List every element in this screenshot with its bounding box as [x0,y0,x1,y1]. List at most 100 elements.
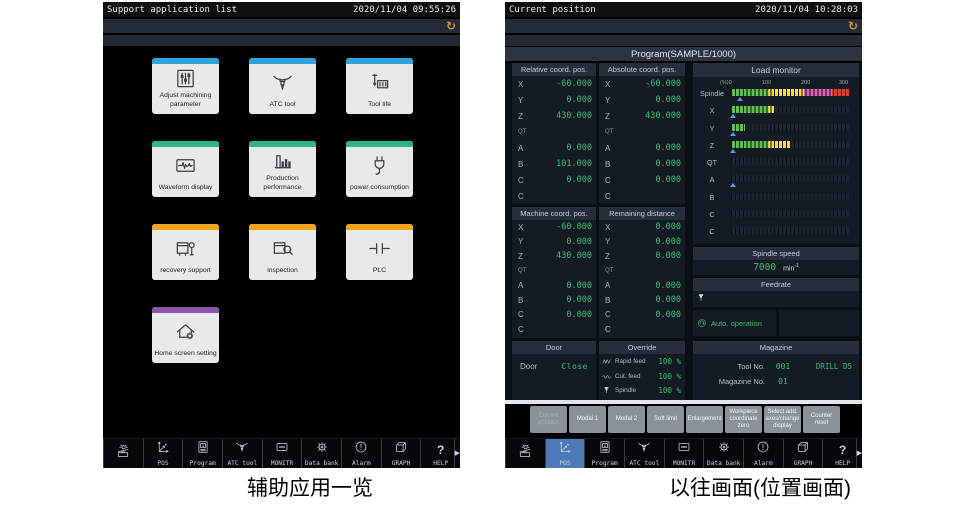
coord-row: Y 0.000 [599,235,685,250]
taskbar-item[interactable]: ATC tool [222,439,262,468]
app-tile[interactable]: recovery support [152,224,219,280]
scale-tick: 200 [801,80,810,86]
tile-label: Adjust machining parameter [152,92,219,114]
taskbar-item-label: Alarm [754,460,773,467]
taskbar-item[interactable]: Alarm [341,439,381,468]
axis-label: A [518,144,523,153]
softkey-button[interactable]: Counter reset [803,406,840,433]
taskbar-item[interactable] [103,439,143,468]
softkey-button[interactable]: Modal 1 [569,406,606,433]
app-tile[interactable]: ATC tool [249,58,316,114]
help-icon: ? [437,441,444,459]
waveform-icon [174,147,197,184]
pos-icon [156,440,170,459]
override-label: Cut. feed [615,373,656,380]
left-header: Support application list 2020/11/04 09:5… [103,2,460,17]
left-screen-title: Support application list [107,5,237,15]
spindle-speed-panel: Spindle speed 7000 min-1 [693,247,859,275]
load-bar [731,124,849,131]
coord-row: QT [599,264,685,279]
taskbar-item[interactable]: POS [143,439,183,468]
taskbar-item[interactable]: MONITR [262,439,302,468]
axis-label: Y [605,96,610,105]
coord-row: QT [512,124,596,140]
softkey-row: Current positionModal 1Modal 2Soft limit… [505,404,862,436]
taskbar-next-icon[interactable]: ▶ [454,438,460,468]
taskbar-item[interactable]: Data bank [301,439,341,468]
coord-row: Y 0.000 [512,92,596,108]
taskbar-item-label: ATC tool [227,460,257,467]
taskbar-item[interactable]: MONITR [664,439,704,468]
load-marker-icon [730,132,736,136]
axis-value: 0.000 [566,310,592,320]
app-tile[interactable]: Production performance [249,141,316,197]
softkey-button[interactable]: Modal 2 [608,406,645,433]
axis-label: X [605,223,610,232]
load-row: B [693,191,859,208]
program-icon: G [196,440,210,459]
load-row: A [693,173,859,190]
axis-value: 0.000 [655,143,681,153]
axis-label: QT [518,268,526,274]
sync-icon[interactable]: ↻ [848,20,858,32]
gear-icon [315,440,329,459]
panel-title: Remaining distance [599,207,685,220]
coord-row: Y 0.000 [599,92,685,108]
door-status-row: Door Close [512,357,596,375]
softkey-button[interactable]: Workpiece coordinate zero [725,406,762,433]
load-bar [731,210,849,217]
tile-label: Production performance [249,175,316,197]
app-tile[interactable]: inspection [249,224,316,280]
taskbar-next-icon[interactable]: ▶ [856,438,862,468]
panel-title: Magazine [693,341,859,354]
coord-row: C [512,188,596,204]
scale-tick: (%)0 [720,80,732,86]
position-content: Relative coord. pos. X -60.000 Y 0.000 Z… [505,63,862,400]
softkey-button[interactable]: Current position [530,406,567,433]
load-bar [731,158,849,165]
softkey-button[interactable]: Enlargement [686,406,723,433]
softkey-button[interactable]: Select add. axes/change display [764,406,801,433]
axis-value: 0.000 [655,310,681,320]
axis-label: QT [605,129,613,135]
graph-cube-icon [394,440,408,459]
axis-label: X [605,80,610,89]
coord-row: Z 430.000 [599,108,685,124]
app-tile[interactable]: Waveform display [152,141,219,197]
taskbar-item[interactable]: GRAPH [381,439,421,468]
app-tile[interactable]: PLC [346,224,413,280]
taskbar-item[interactable]: ATC tool [624,439,664,468]
override-value: 100 % [658,386,681,395]
override-value: 100 % [658,357,681,366]
tile-label: recovery support [158,267,213,280]
taskbar-item[interactable]: G Program [584,439,624,468]
app-tile[interactable]: Adjust machining parameter [152,58,219,114]
sync-icon[interactable]: ↻ [446,20,456,32]
coord-row: C [599,188,685,204]
softkey-button[interactable]: Soft limit [647,406,684,433]
taskbar-item[interactable]: G Program [182,439,222,468]
panel-title: Machine coord. pos. [512,207,596,220]
load-row: QT [693,156,859,173]
taskbar-item[interactable]: POS [545,439,585,468]
app-tile[interactable]: Tool life [346,58,413,114]
taskbar-item[interactable] [505,439,545,468]
load-bar [731,89,849,96]
axis-label: Z [605,112,610,121]
load-row-label: B [693,193,731,202]
spindle-speed-unit: min-1 [783,263,799,272]
load-row: Z [693,139,859,156]
magazine-value: 001 [765,362,801,371]
taskbar-item[interactable]: Data bank [703,439,743,468]
magazine-label: Tool No. [693,362,765,371]
app-tile[interactable]: power consumption [346,141,413,197]
remaining-distance-panel: Remaining distance X 0.000 Y 0.000 Z 0.0… [599,207,685,338]
axis-label: X [518,223,523,232]
taskbar-item[interactable]: GRAPH [783,439,823,468]
taskbar-item[interactable]: Alarm [743,439,783,468]
app-tile[interactable]: Home screen setting [152,307,219,363]
coord-row: A 0.000 [599,140,685,156]
right-timestamp: 2020/11/04 10:28:03 [755,5,858,15]
tile-label: Tool life [366,101,393,114]
axis-value: 0.000 [655,95,681,105]
